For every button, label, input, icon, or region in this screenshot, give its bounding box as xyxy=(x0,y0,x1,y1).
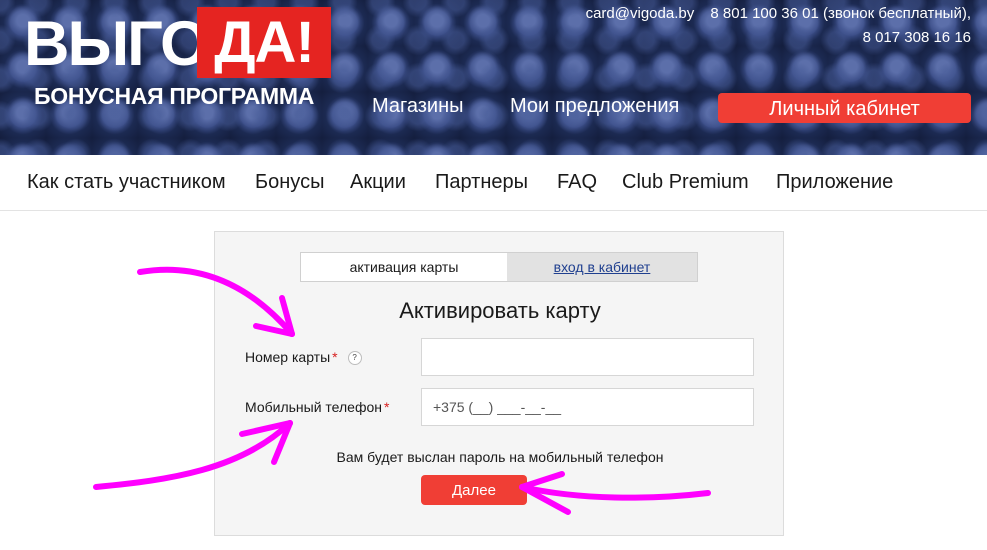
nav-promotions[interactable]: Акции xyxy=(350,171,406,194)
tab-card-activation[interactable]: активация карты xyxy=(301,253,507,281)
mobile-phone-label: Мобильный телефон * xyxy=(245,399,389,415)
form-title: Активировать карту xyxy=(399,298,601,323)
nav-partners[interactable]: Партнеры xyxy=(435,171,528,194)
next-button[interactable]: Далее xyxy=(421,475,527,505)
contact-phone[interactable]: 8 017 308 16 16 xyxy=(863,29,971,46)
card-number-label-text: Номер карты xyxy=(245,349,331,365)
nav-app[interactable]: Приложение xyxy=(776,171,893,194)
site-header: ВЫГО ДА! БОНУСНАЯ ПРОГРАММА card@vigoda.… xyxy=(0,0,987,155)
form-tabs: активация карты вход в кабинет xyxy=(300,252,698,282)
logo-text-da: ДА! xyxy=(197,7,331,78)
nav-my-offers-link[interactable]: Мои предложения xyxy=(510,95,679,118)
card-number-input[interactable] xyxy=(421,338,754,376)
nav-bonuses[interactable]: Бонусы xyxy=(255,171,324,194)
main-navigation: Как стать участником Бонусы Акции Партне… xyxy=(0,155,987,211)
nav-stores-link[interactable]: Магазины xyxy=(372,95,464,118)
required-mark: * xyxy=(332,349,338,365)
tab-cabinet-login[interactable]: вход в кабинет xyxy=(507,253,697,281)
help-icon[interactable]: ? xyxy=(347,351,362,366)
mobile-phone-label-text: Мобильный телефон xyxy=(245,399,382,415)
logo-subtitle: БОНУСНАЯ ПРОГРАММА xyxy=(34,83,315,109)
contact-email[interactable]: card@vigoda.by xyxy=(586,5,695,22)
nav-club-premium[interactable]: Club Premium xyxy=(622,171,749,194)
logo-text-vygo: ВЫГО xyxy=(24,9,209,79)
mobile-phone-input[interactable] xyxy=(421,388,754,426)
nav-how-to-join[interactable]: Как стать участником xyxy=(27,171,226,194)
personal-cabinet-button[interactable]: Личный кабинет xyxy=(718,93,971,123)
nav-faq[interactable]: FAQ xyxy=(557,171,597,194)
header-contacts: card@vigoda.by 8 801 100 36 01 (звонок б… xyxy=(574,2,971,50)
activation-form-panel: активация карты вход в кабинет Активиров… xyxy=(214,231,784,536)
card-number-label: Номер карты *? xyxy=(245,349,362,366)
required-mark: * xyxy=(383,399,390,415)
contact-phone-free[interactable]: 8 801 100 36 01 (звонок бесплатный), xyxy=(710,5,971,22)
password-hint: Вам будет выслан пароль на мобильный тел… xyxy=(336,449,664,465)
